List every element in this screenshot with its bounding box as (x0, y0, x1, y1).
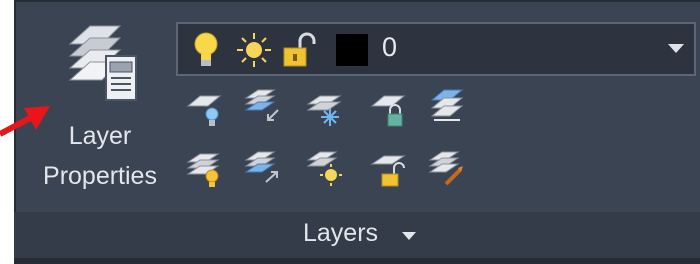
layer-color-swatch (336, 34, 368, 66)
layer-freeze-icon (306, 95, 342, 126)
layer-match-button[interactable] (428, 88, 464, 124)
panel-title[interactable]: Layers (303, 219, 378, 248)
layer-unlock-icon (370, 155, 406, 187)
layer-make-current-button[interactable] (428, 150, 464, 186)
sun-icon[interactable] (236, 32, 272, 68)
current-layer-name: 0 (382, 32, 398, 62)
red-arrow-annotation-icon (0, 106, 50, 137)
layer-control-dropdown[interactable]: 0 (176, 22, 696, 76)
layer-unisolate-icon (244, 89, 279, 121)
layer-stack-properties-icon (68, 25, 137, 101)
layer-make-current-icon (428, 151, 463, 186)
layer-isolate-button[interactable] (244, 150, 280, 186)
layer-lock-button[interactable] (370, 92, 406, 128)
unlock-icon[interactable] (282, 32, 316, 68)
layer-isolate-icon (244, 151, 278, 183)
layer-properties-button[interactable]: Layer Properties (30, 18, 170, 200)
layer-unlock-button[interactable] (370, 152, 406, 188)
layer-on-icon (186, 153, 220, 187)
chevron-down-icon[interactable] (402, 232, 416, 240)
layer-match-icon (430, 89, 464, 121)
chevron-down-icon[interactable] (668, 44, 684, 53)
panel-bottom-border (14, 258, 700, 264)
layer-properties-label-line2: Properties (43, 162, 157, 190)
layer-properties-label-line1: Layer (68, 122, 132, 150)
layer-thaw-button[interactable] (306, 150, 342, 186)
bulb-icon[interactable] (192, 30, 220, 70)
layer-thaw-icon (306, 151, 342, 186)
layer-unisolate-button[interactable] (244, 88, 280, 124)
layer-off-button[interactable] (186, 92, 222, 128)
layer-freeze-button[interactable] (306, 92, 342, 128)
layer-off-icon (186, 95, 222, 126)
layer-on-button[interactable] (186, 152, 222, 188)
layer-lock-icon (370, 95, 406, 127)
